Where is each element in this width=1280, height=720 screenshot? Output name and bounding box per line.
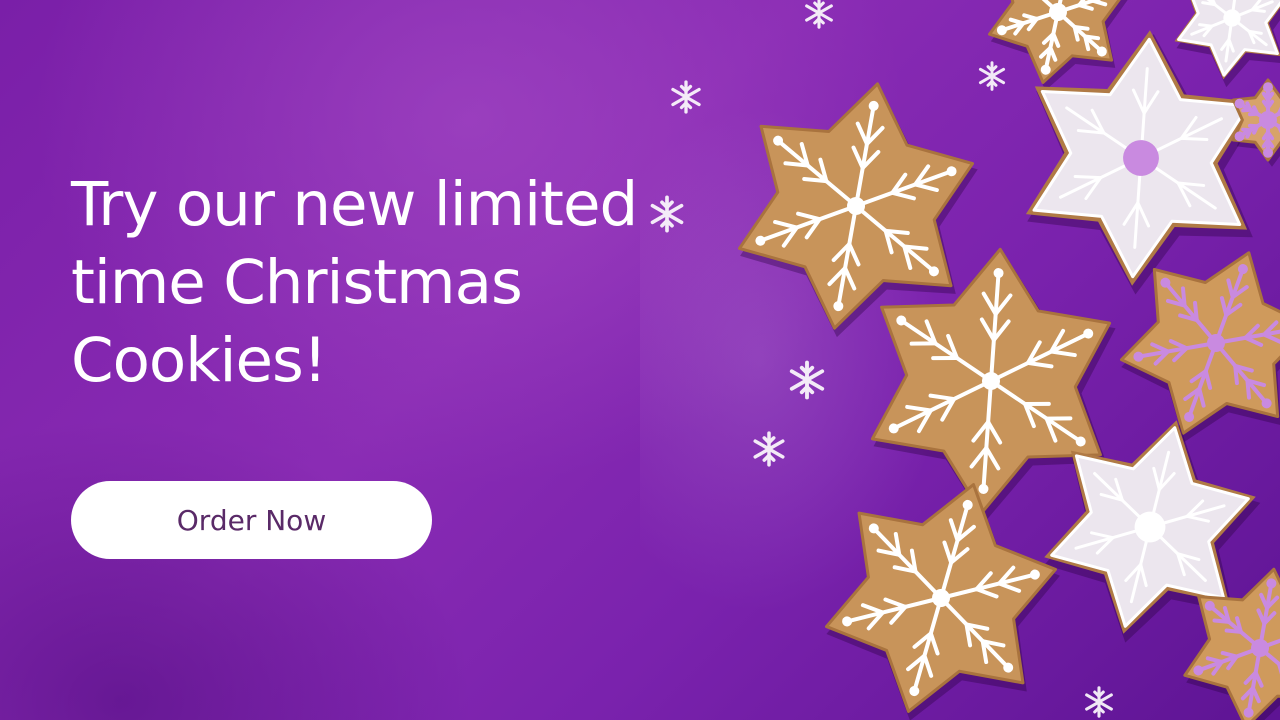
snowflake-icon [671,80,701,114]
order-now-button[interactable]: Order Now [71,481,432,559]
snowflake-cookie-icon [1231,78,1280,167]
snowflake-cookie-icon [824,483,1060,720]
snowflake-icon [789,360,825,400]
snowflake-icon [1085,686,1113,718]
snowflake-icon [753,431,785,467]
headline: Try our new limited time Christmas Cooki… [71,169,638,396]
star-cookie-icon [1174,0,1280,88]
snowflake-icon [978,61,1006,91]
snowflake-icon [650,195,684,233]
snowflake-icon [805,0,833,29]
promo-banner: Try our new limited time Christmas Cooki… [0,0,1280,720]
